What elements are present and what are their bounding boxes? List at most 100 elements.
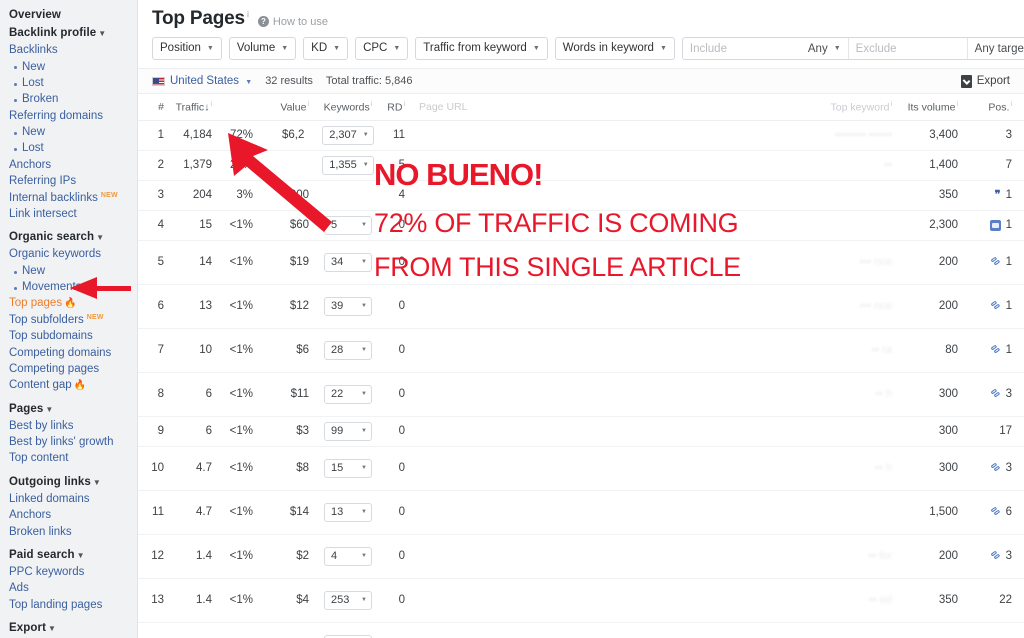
cell-page-url[interactable] — [411, 578, 742, 623]
sidebar-item-best-by-links-growth[interactable]: Best by links' growth — [0, 434, 137, 450]
sidebar-item-broken-links[interactable]: Broken links — [0, 523, 137, 539]
cell-page-url[interactable] — [411, 416, 742, 447]
include-mode-dropdown[interactable]: Any ▼ — [801, 38, 848, 59]
sidebar-item-top-landing-pages[interactable]: Top landing pages — [0, 597, 137, 613]
table-row[interactable]: 2 1,379 24% 1,355 ▼ 5 •• 1,400 7 — [138, 150, 1024, 181]
table-row[interactable]: 141.2<1%$3 7▼ 0 •• dogs1504 — [138, 622, 1024, 638]
keywords-dropdown[interactable]: 4 ▼ — [324, 546, 372, 566]
col-traffic[interactable]: Traffic↓i — [170, 94, 217, 121]
filter-traffic-from-keyword[interactable]: Traffic from keyword ▼ — [415, 37, 548, 60]
cell-page-url[interactable] — [411, 210, 742, 241]
keywords-dropdown[interactable]: 28 ▼ — [324, 340, 372, 360]
cell-page-url[interactable] — [411, 180, 742, 211]
country-selector[interactable]: United States ▼ — [170, 75, 252, 87]
cell-page-url[interactable] — [411, 328, 742, 373]
cell-page-url[interactable] — [411, 534, 742, 579]
filter-words-in-keyword[interactable]: Words in keyword ▼ — [554, 37, 675, 60]
sidebar-group-header[interactable]: Outgoing links ▼ — [0, 473, 137, 491]
cell-page-url[interactable] — [411, 150, 742, 181]
sidebar-item-competing-domains[interactable]: Competing domains — [0, 344, 137, 360]
include-input[interactable]: Include — [683, 38, 801, 59]
cell-page-url[interactable] — [411, 446, 742, 491]
sidebar-item-link-intersect[interactable]: Link intersect — [0, 206, 137, 222]
sidebar-item-referring-domains[interactable]: Referring domains — [0, 108, 137, 124]
table-row[interactable]: 6 13 <1% $12 39 ▼ 0 ••• nce 200 1 — [138, 284, 1024, 329]
sidebar-item-competing-pages[interactable]: Competing pages — [0, 361, 137, 377]
cell-page-url[interactable] — [411, 372, 742, 417]
sidebar-item-lost[interactable]: Lost — [0, 75, 137, 91]
cell-page-url[interactable] — [411, 284, 742, 329]
filter-position[interactable]: Position ▼ — [152, 37, 222, 60]
sidebar-group-header[interactable]: Backlink profile ▼ — [0, 24, 137, 42]
sidebar-item-best-by-links[interactable]: Best by links — [0, 418, 137, 434]
link-icon[interactable] — [991, 551, 1001, 561]
keywords-dropdown[interactable]: 39 ▼ — [324, 296, 372, 316]
filter-volume[interactable]: Volume ▼ — [228, 37, 297, 60]
table-row[interactable]: 5 14 <1% $19 34 ▼ 0 ••• nce 200 1 — [138, 240, 1024, 285]
sidebar-item-backlinks[interactable]: Backlinks — [0, 42, 137, 58]
sidebar-item-lost[interactable]: Lost — [0, 140, 137, 156]
table-row[interactable]: 10 4.7 <1% $8 15 ▼ 0 •• h 300 3 — [138, 446, 1024, 491]
sidebar-item-anchors[interactable]: Anchors — [0, 157, 137, 173]
table-row[interactable]: 7 10 <1% $6 28 ▼ 0 •• ra 80 1 — [138, 328, 1024, 373]
sidebar-item-top-pages[interactable]: Top pages 🔥 — [0, 295, 137, 311]
sidebar-item-broken[interactable]: Broken — [0, 91, 137, 107]
sidebar-item-movements[interactable]: Movements — [0, 279, 137, 295]
sidebar-item-new[interactable]: New — [0, 124, 137, 140]
cell-page-url[interactable] — [411, 240, 742, 285]
table-row[interactable]: 1 4,184 72% $6,2 2,307 ▼ 11 •••••••• •••••• 3,4… — [138, 120, 1024, 151]
table-row[interactable]: 8 6 <1% $11 22 ▼ 0 •• h 300 3 — [138, 372, 1024, 417]
link-icon[interactable] — [991, 507, 1001, 517]
filter-kd[interactable]: KD ▼ — [303, 37, 349, 60]
sidebar-item-anchors[interactable]: Anchors — [0, 507, 137, 523]
sidebar-group-header[interactable]: Paid search ▼ — [0, 546, 137, 564]
table-row[interactable]: 12 1.4 <1% $2 4 ▼ 0 •• for 200 3 — [138, 534, 1024, 579]
image-pack-icon[interactable] — [989, 219, 1001, 231]
sidebar-item-top-subdomains[interactable]: Top subdomains — [0, 328, 137, 344]
table-row[interactable]: 11 4.7 <1% $14 13 ▼ 0 1,500 6 — [138, 490, 1024, 535]
sidebar-item-top-content[interactable]: Top content — [0, 450, 137, 466]
sidebar-item-new[interactable]: New — [0, 58, 137, 74]
sidebar-item-referring-ips[interactable]: Referring IPs — [0, 173, 137, 189]
sidebar-item-organic-keywords[interactable]: Organic keywords — [0, 246, 137, 262]
keywords-dropdown[interactable]: 34 ▼ — [324, 252, 372, 272]
sidebar-item-top-subfolders[interactable]: Top subfolders NEW — [0, 312, 137, 328]
sidebar-group-header[interactable]: Organic search ▼ — [0, 228, 137, 246]
keywords-dropdown[interactable]: 2,307 ▼ — [322, 125, 374, 145]
cell-page-url[interactable] — [411, 622, 742, 638]
keywords-dropdown[interactable]: 1,355 ▼ — [322, 155, 374, 175]
exclude-input[interactable]: Exclude — [849, 38, 967, 59]
col-value[interactable]: Valuei — [261, 94, 317, 121]
col-pos[interactable]: Pos.i — [968, 94, 1024, 121]
link-icon[interactable] — [991, 301, 1001, 311]
col-its-volume[interactable]: Its volumei — [902, 94, 968, 121]
table-row[interactable]: 9 6 <1% $3 99 ▼ 0 300 17 — [138, 416, 1024, 447]
sidebar-item-new[interactable]: New — [0, 263, 137, 279]
target-dropdown[interactable]: Any target ▼ — [968, 38, 1024, 59]
sidebar-item-internal-backlinks[interactable]: Internal backlinks NEW — [0, 189, 137, 205]
link-icon[interactable] — [991, 345, 1001, 355]
how-to-use-link[interactable]: ? How to use — [257, 16, 328, 28]
table-row[interactable]: 4 15 <1% $60 5 ▼ 0 2,300 1 — [138, 210, 1024, 241]
keywords-dropdown[interactable]: 22 ▼ — [324, 384, 372, 404]
featured-snippet-icon[interactable]: ❞ — [995, 190, 1001, 201]
table-row[interactable]: 3 204 3% $800 4 350 ❞ 1 — [138, 180, 1024, 211]
keywords-dropdown[interactable]: 5 ▼ — [324, 215, 372, 235]
keywords-dropdown[interactable]: 7▼ — [324, 634, 372, 638]
keywords-dropdown[interactable]: 15 ▼ — [324, 458, 372, 478]
sidebar-item-ads[interactable]: Ads — [0, 580, 137, 596]
cell-page-url[interactable] — [411, 490, 742, 535]
sidebar-item-ppc-keywords[interactable]: PPC keywords — [0, 564, 137, 580]
sidebar-item-linked-domains[interactable]: Linked domains — [0, 491, 137, 507]
table-row[interactable]: 13 1.4 <1% $4 253 ▼ 0 •• ed 350 22 — [138, 578, 1024, 623]
cell-page-url[interactable] — [411, 120, 742, 151]
link-icon[interactable] — [991, 257, 1001, 267]
keywords-dropdown[interactable]: 253 ▼ — [324, 590, 372, 610]
col-keywords[interactable]: Keywordsi — [317, 94, 379, 121]
sidebar-group-header[interactable]: Pages ▼ — [0, 400, 137, 418]
link-icon[interactable] — [991, 389, 1001, 399]
sidebar-item-content-gap[interactable]: Content gap 🔥 — [0, 377, 137, 393]
keywords-dropdown[interactable]: 13 ▼ — [324, 502, 372, 522]
filter-cpc[interactable]: CPC ▼ — [355, 37, 409, 60]
export-button[interactable]: Export — [960, 74, 1010, 88]
